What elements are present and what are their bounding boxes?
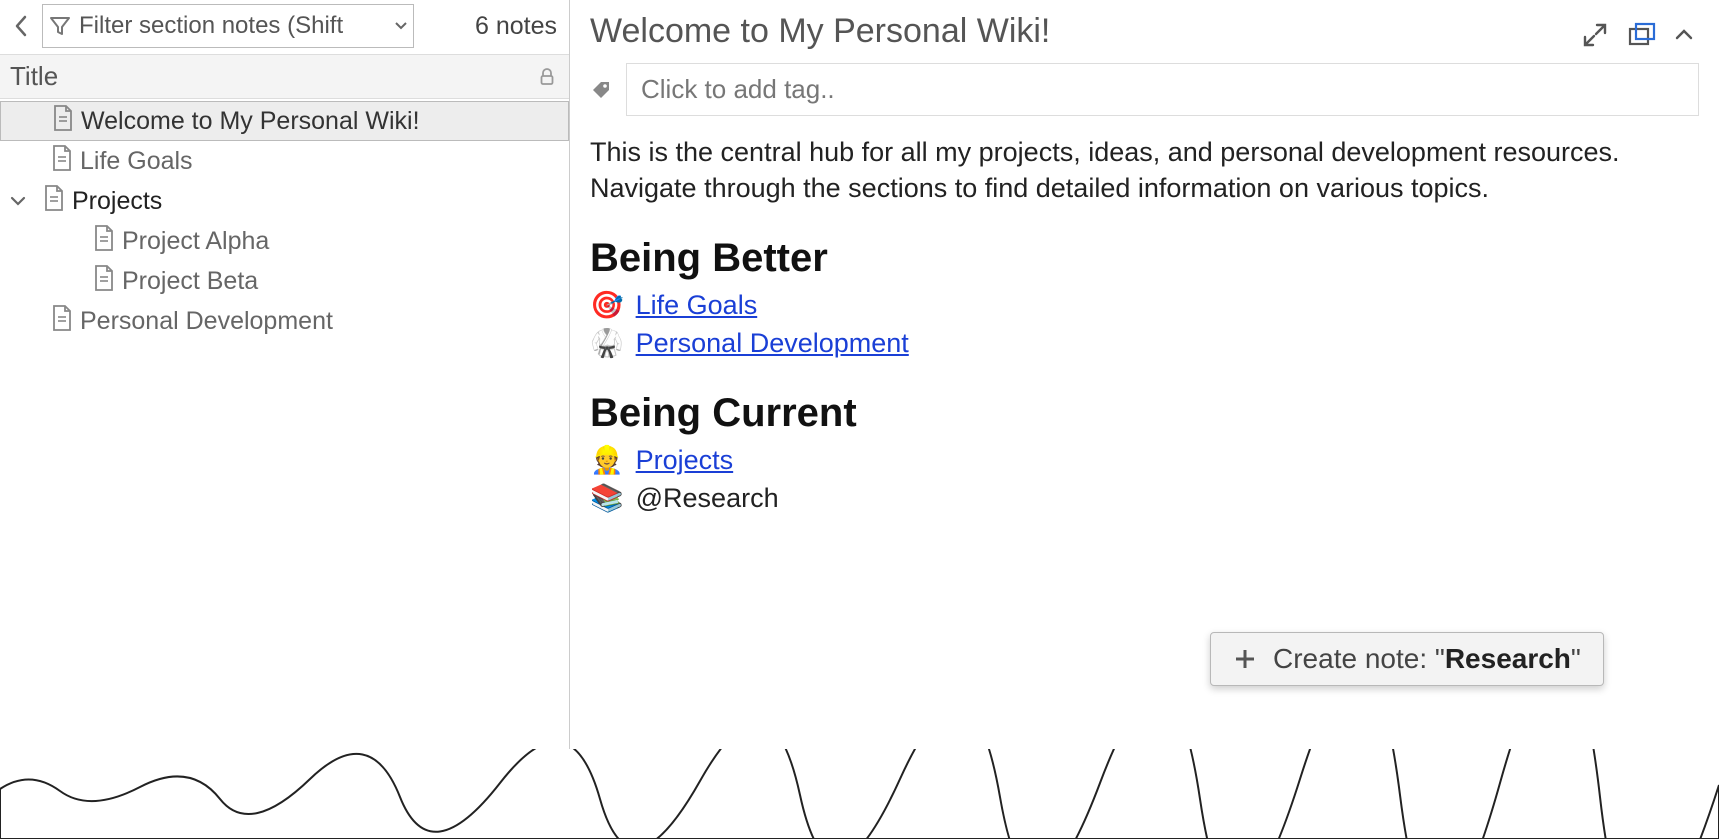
main-pane: Welcome to My Personal Wiki! Click to ad…: [570, 0, 1719, 839]
tree-item-life-goals[interactable]: Life Goals: [0, 141, 569, 181]
chevron-up-icon[interactable]: [1675, 29, 1693, 41]
tree-item-label: Welcome to My Personal Wiki!: [81, 107, 420, 136]
tree-item-label: Project Beta: [122, 267, 258, 296]
create-note-popup[interactable]: Create note: "Research": [1210, 632, 1604, 686]
books-icon: 📚: [590, 480, 624, 516]
link-projects[interactable]: Projects: [636, 442, 734, 478]
filter-dropdown-icon[interactable]: [395, 22, 407, 30]
document-icon: [48, 144, 76, 179]
tree-item-label: Life Goals: [80, 147, 193, 176]
tree-item-projects[interactable]: Projects: [0, 181, 569, 221]
sidebar: Filter section notes (Shift 6 notes Titl…: [0, 0, 570, 839]
document-icon: [49, 104, 77, 139]
note-content[interactable]: This is the central hub for all my proje…: [590, 134, 1699, 517]
note-tree: Welcome to My Personal Wiki! Life Goals …: [0, 99, 569, 341]
title-actions: [1581, 21, 1699, 49]
filter-input[interactable]: Filter section notes (Shift: [42, 4, 414, 48]
tag-icon: [590, 79, 612, 101]
title-row: Welcome to My Personal Wiki!: [590, 10, 1699, 59]
create-note-text: Create note: "Research": [1273, 643, 1581, 675]
tag-input[interactable]: Click to add tag..: [626, 63, 1699, 116]
plus-icon: [1233, 647, 1257, 671]
link-line: 🥋 Personal Development: [590, 325, 1699, 361]
app-root: Filter section notes (Shift 6 notes Titl…: [0, 0, 1719, 839]
tree-item-label: Project Alpha: [122, 227, 269, 256]
tag-row: Click to add tag..: [590, 63, 1699, 116]
page-title[interactable]: Welcome to My Personal Wiki!: [590, 10, 1571, 59]
tree-item-personal-development[interactable]: Personal Development: [0, 301, 569, 341]
filter-placeholder: Filter section notes (Shift: [79, 12, 387, 40]
tree-item-project-alpha[interactable]: Project Alpha: [0, 221, 569, 261]
link-life-goals[interactable]: Life Goals: [636, 287, 758, 323]
sidebar-toolbar: Filter section notes (Shift 6 notes: [0, 0, 569, 54]
tag-placeholder: Click to add tag..: [641, 74, 835, 104]
section-heading: Being Current: [590, 386, 1699, 440]
construction-worker-icon: 👷: [590, 442, 624, 478]
sidebar-column-header[interactable]: Title: [0, 54, 569, 99]
back-button[interactable]: [6, 6, 36, 46]
column-title: Title: [10, 61, 58, 92]
tree-item-welcome[interactable]: Welcome to My Personal Wiki!: [0, 101, 569, 141]
expand-icon[interactable]: [1581, 21, 1609, 49]
lock-icon: [539, 68, 555, 86]
link-line: 👷 Projects: [590, 442, 1699, 478]
section-heading: Being Better: [590, 231, 1699, 285]
tree-item-label: Projects: [72, 187, 162, 216]
funnel-icon: [49, 15, 71, 37]
windows-icon[interactable]: [1627, 22, 1657, 48]
tree-item-label: Personal Development: [80, 307, 333, 336]
link-line: 📚 @Research: [590, 480, 1699, 516]
intro-paragraph: This is the central hub for all my proje…: [590, 134, 1699, 207]
note-count: 6 notes: [475, 12, 563, 41]
target-icon: 🎯: [590, 287, 624, 323]
link-line: 🎯 Life Goals: [590, 287, 1699, 323]
martial-arts-icon: 🥋: [590, 325, 624, 361]
document-icon: [90, 224, 118, 259]
document-icon: [40, 184, 68, 219]
document-icon: [48, 304, 76, 339]
document-icon: [90, 264, 118, 299]
link-personal-development[interactable]: Personal Development: [636, 325, 909, 361]
mention-research[interactable]: @Research: [636, 480, 779, 516]
chevron-down-icon[interactable]: [10, 195, 36, 207]
tree-item-project-beta[interactable]: Project Beta: [0, 261, 569, 301]
